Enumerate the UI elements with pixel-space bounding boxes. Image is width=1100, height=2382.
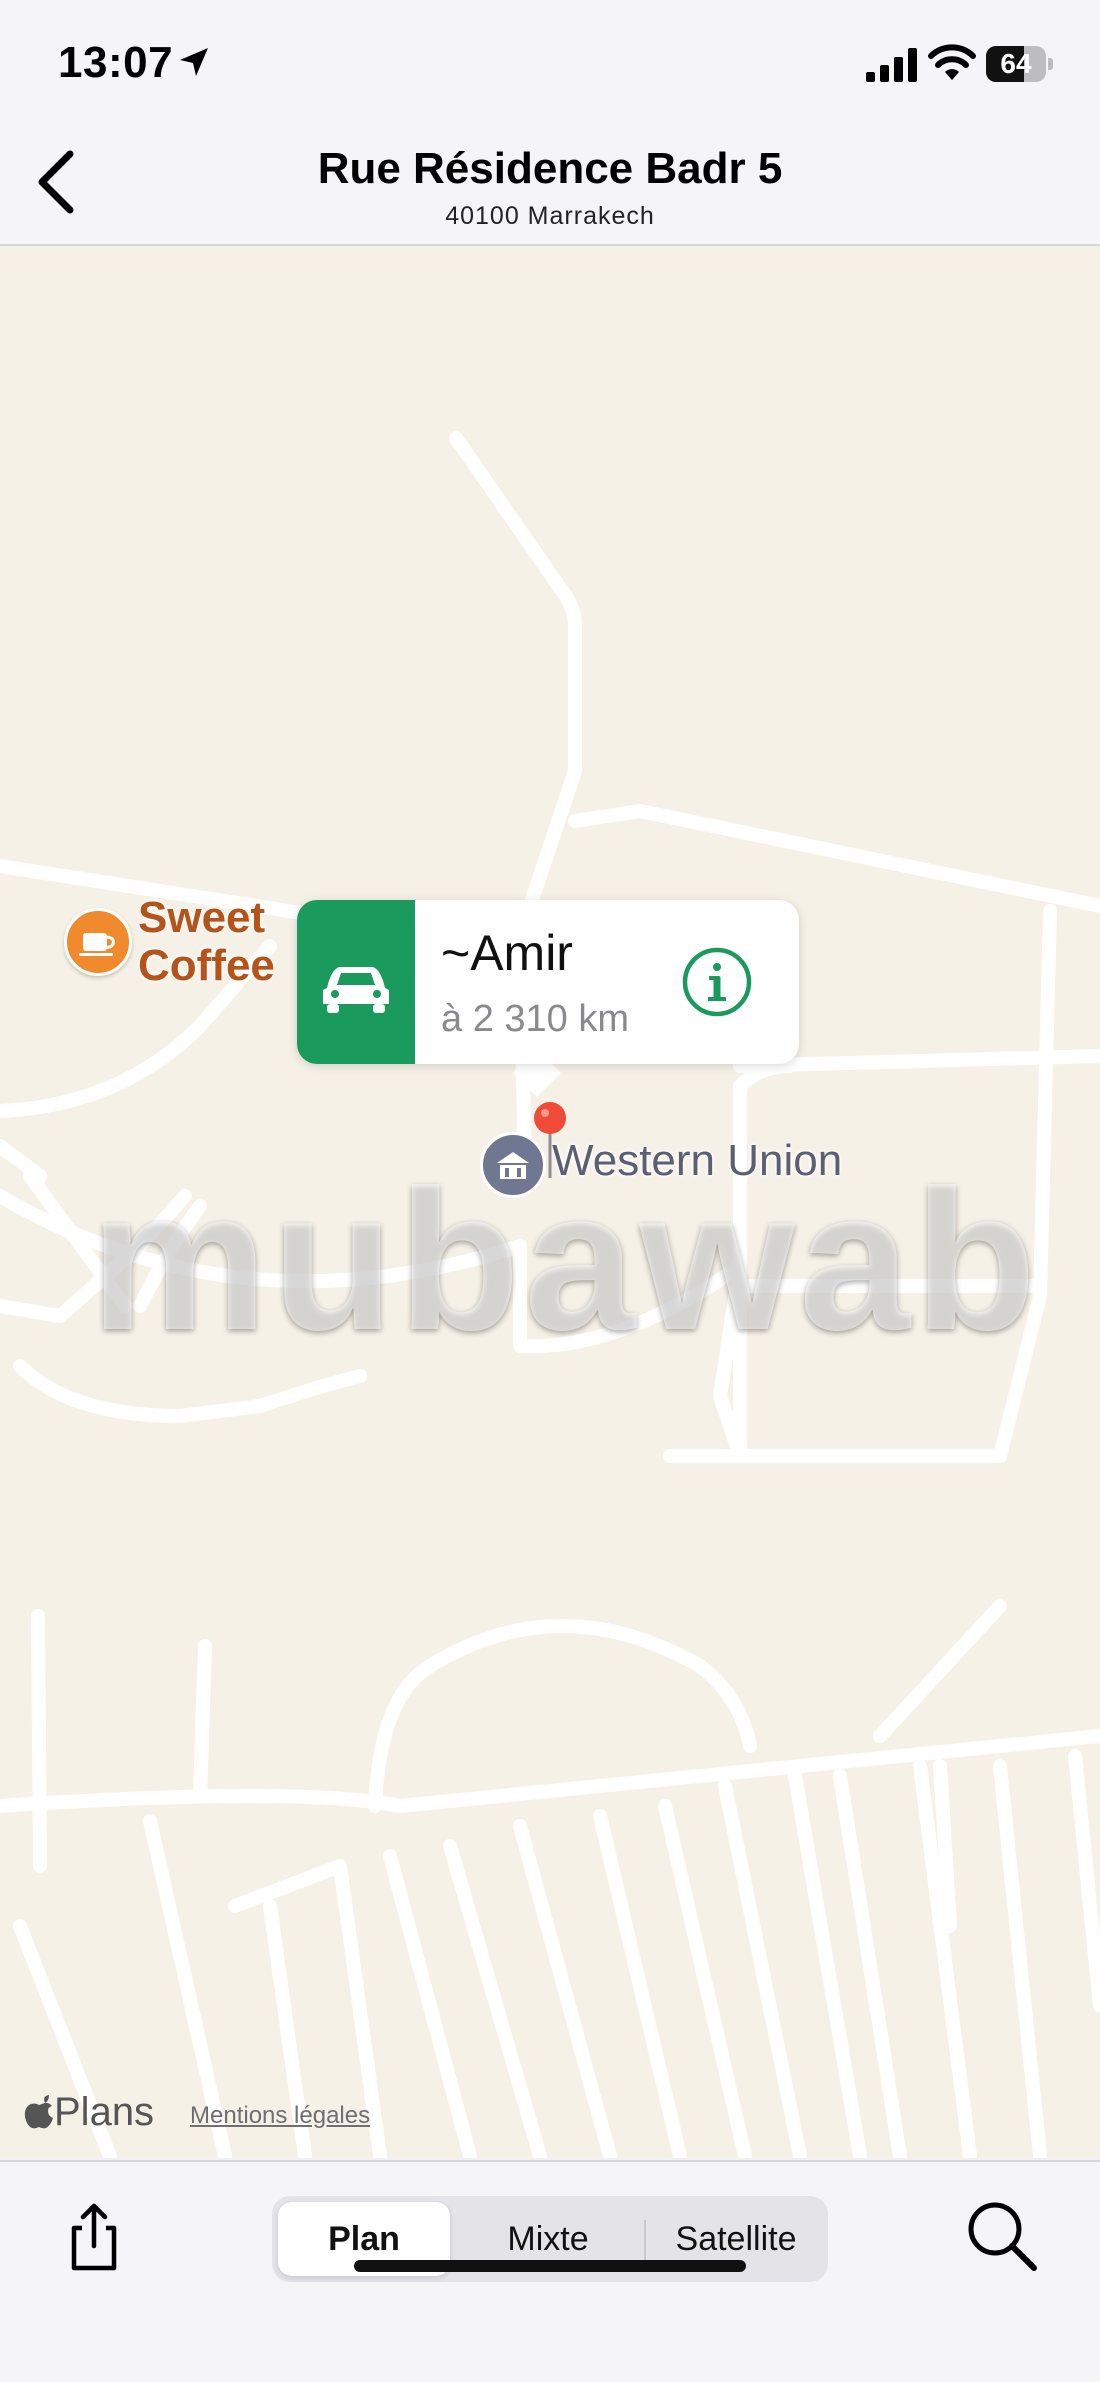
share-icon[interactable] — [64, 2202, 124, 2272]
apple-logo-icon — [24, 2095, 53, 2129]
directions-button[interactable] — [297, 900, 415, 1064]
car-icon — [323, 967, 389, 1013]
page-subtitle: 40100 Marrakech — [445, 202, 655, 230]
search-icon[interactable] — [964, 2198, 1040, 2274]
nav-header: Rue Résidence Badr 5 40100 Marrakech — [0, 130, 1100, 246]
wifi-icon — [928, 44, 976, 80]
location-arrow-icon — [180, 48, 208, 76]
legal-link[interactable]: Mentions légales — [190, 2102, 370, 2130]
segment-divider — [644, 2220, 646, 2260]
map-view[interactable]: Sweet Coffee Western Union ~Amir à 2 310… — [0, 246, 1100, 2158]
status-bar: 13:07 64 — [0, 0, 1100, 130]
battery-icon: 64 — [986, 46, 1054, 82]
maps-logo: Plans — [24, 2090, 154, 2135]
battery-level: 64 — [1000, 48, 1032, 79]
distance-label: à 2 310 km — [441, 998, 629, 1040]
back-button[interactable] — [22, 142, 92, 222]
watermark: mubawab — [90, 1149, 1041, 1372]
coffee-cup-icon[interactable] — [64, 908, 132, 976]
poi-label-sweet-coffee[interactable]: Sweet Coffee — [138, 894, 318, 990]
info-icon[interactable] — [681, 946, 753, 1018]
home-indicator — [354, 2260, 746, 2272]
location-callout[interactable]: ~Amir à 2 310 km — [297, 900, 799, 1064]
status-time: 13:07 — [58, 38, 174, 87]
cellular-signal-icon — [866, 48, 917, 82]
contact-name: ~Amir — [441, 925, 573, 981]
page-title: Rue Résidence Badr 5 — [317, 144, 783, 193]
